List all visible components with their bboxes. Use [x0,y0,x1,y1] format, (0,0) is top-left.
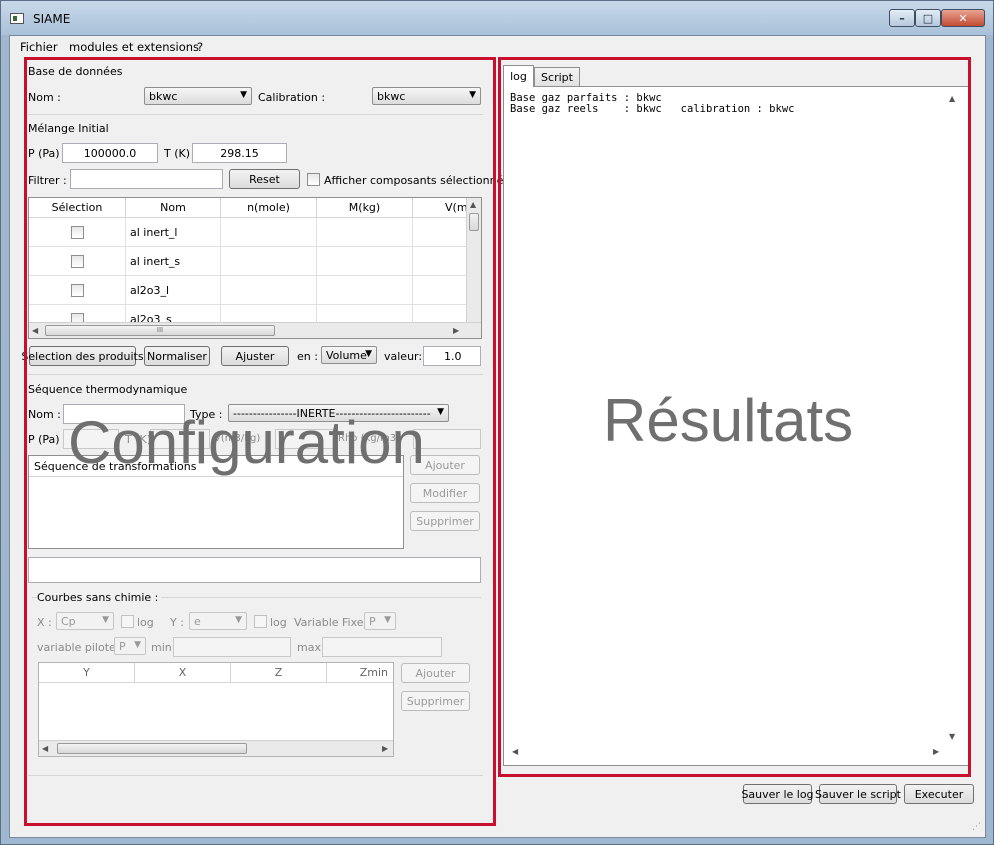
configuration-highlight-box [24,57,496,826]
results-highlight-box [498,57,971,777]
tab-log[interactable]: log [503,65,534,87]
save-log-button[interactable]: Sauver le log [741,784,814,804]
save-script-button[interactable]: Sauver le script [815,784,901,804]
minimize-button[interactable]: – [889,9,915,27]
execute-button[interactable]: Executer [904,784,974,804]
title-bar[interactable]: SIAME – □ ✕ [1,1,993,35]
menu-help[interactable]: ? [197,40,203,54]
maximize-button[interactable]: □ [915,9,941,27]
window-title: SIAME [33,12,71,26]
resize-grip-icon[interactable]: ⋰ [972,822,981,832]
menu-modules[interactable]: modules et extensions [69,40,199,54]
close-button[interactable]: ✕ [941,9,985,27]
app-icon [10,13,24,24]
menu-bar: Fichier modules et extensions ? [10,36,985,58]
menu-fichier[interactable]: Fichier [20,40,58,54]
